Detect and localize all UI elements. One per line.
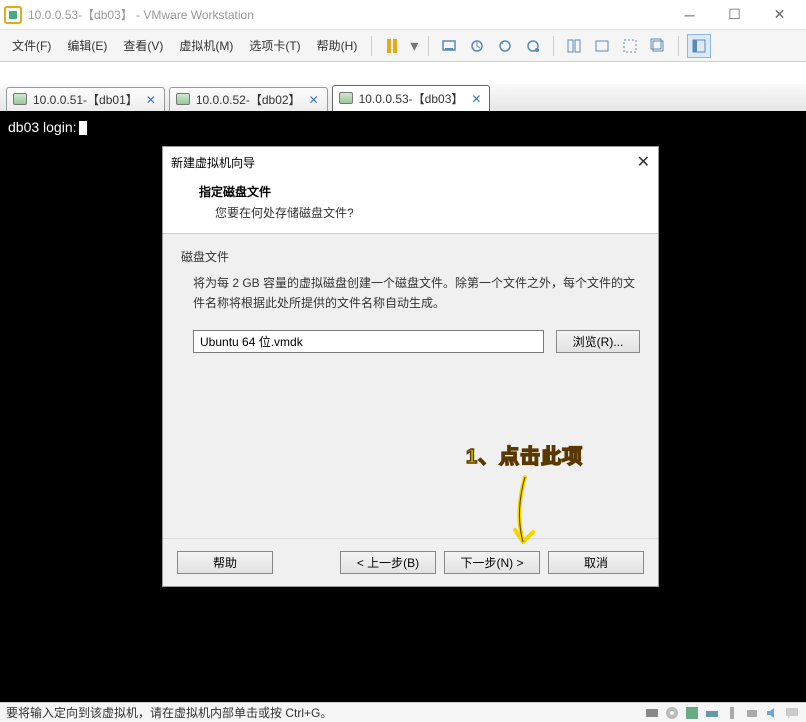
status-icons (644, 705, 800, 721)
tab-db01[interactable]: 10.0.0.51-【db01】 ✕ (6, 87, 165, 111)
tab-label: 10.0.0.53-【db03】 (359, 90, 464, 107)
dialog-body: 磁盘文件 将为每 2 GB 容量的虚拟磁盘创建一个磁盘文件。除第一个文件之外，每… (163, 234, 658, 367)
fullscreen-icon[interactable] (618, 34, 642, 58)
thumbnail-bar-icon[interactable] (687, 34, 711, 58)
usb-icon[interactable] (724, 705, 740, 721)
menu-help[interactable]: 帮助(H) (309, 33, 366, 58)
vm-icon (13, 93, 27, 107)
tab-db03[interactable]: 10.0.0.53-【db03】 ✕ (332, 85, 491, 111)
dialog-title: 新建虚拟机向导 (171, 154, 255, 171)
network-icon[interactable] (704, 705, 720, 721)
disk-filename-input[interactable] (193, 330, 544, 353)
snapshot-icon[interactable] (465, 34, 489, 58)
next-button[interactable]: 下一步(N) > (444, 551, 540, 574)
separator (371, 36, 372, 56)
dialog-titlebar: 新建虚拟机向导 ✕ (163, 147, 658, 177)
help-button[interactable]: 帮助 (177, 551, 273, 574)
cancel-button[interactable]: 取消 (548, 551, 644, 574)
dialog-header: 指定磁盘文件 您要在何处存储磁盘文件? (163, 177, 658, 234)
vm-icon (176, 93, 190, 107)
tab-label: 10.0.0.52-【db02】 (196, 91, 301, 108)
floppy-icon[interactable] (684, 705, 700, 721)
status-text: 要将输入定向到该虚拟机，请在虚拟机内部单击或按 Ctrl+G。 (6, 704, 332, 721)
menu-view[interactable]: 查看(V) (115, 33, 171, 58)
fit-guest-icon[interactable] (562, 34, 586, 58)
window-titlebar: 10.0.0.53-【db03】 - VMware Workstation ─ … (0, 0, 806, 30)
tab-strip: 10.0.0.51-【db01】 ✕ 10.0.0.52-【db02】 ✕ 10… (0, 84, 806, 112)
console-text: db03 login: (8, 119, 77, 135)
new-vm-wizard-dialog: 新建虚拟机向导 ✕ 指定磁盘文件 您要在何处存储磁盘文件? 磁盘文件 将为每 2… (162, 146, 659, 587)
disk-file-label: 磁盘文件 (181, 248, 640, 265)
minimize-button[interactable]: ─ (667, 0, 712, 30)
separator (553, 36, 554, 56)
tab-close-icon[interactable]: ✕ (469, 92, 483, 106)
console-view-icon[interactable] (590, 34, 614, 58)
snapshot-revert-icon[interactable] (493, 34, 517, 58)
back-button[interactable]: < 上一步(B) (340, 551, 436, 574)
window-title: 10.0.0.53-【db03】 - VMware Workstation (28, 6, 667, 23)
tab-close-icon[interactable]: ✕ (144, 93, 158, 107)
printer-icon[interactable] (744, 705, 760, 721)
menu-edit[interactable]: 编辑(E) (59, 33, 115, 58)
pause-button[interactable] (380, 34, 404, 58)
dialog-footer: 帮助 < 上一步(B) 下一步(N) > 取消 (163, 538, 658, 586)
message-icon[interactable] (784, 705, 800, 721)
tab-db02[interactable]: 10.0.0.52-【db02】 ✕ (169, 87, 328, 111)
dropdown-icon[interactable]: ▾ (408, 34, 420, 58)
menu-vm[interactable]: 虚拟机(M) (171, 33, 241, 58)
maximize-button[interactable]: ☐ (712, 0, 757, 30)
app-icon (4, 6, 22, 24)
unity-icon[interactable] (646, 34, 670, 58)
close-button[interactable]: ✕ (757, 0, 802, 30)
cd-icon[interactable] (664, 705, 680, 721)
sound-icon[interactable] (764, 705, 780, 721)
browse-button[interactable]: 浏览(R)... (556, 330, 640, 353)
snapshot-manage-icon[interactable] (521, 34, 545, 58)
disk-icon[interactable] (644, 705, 660, 721)
dialog-heading: 指定磁盘文件 (199, 183, 642, 200)
tab-label: 10.0.0.51-【db01】 (33, 91, 138, 108)
dialog-subheading: 您要在何处存储磁盘文件? (199, 204, 642, 221)
status-bar: 要将输入定向到该虚拟机，请在虚拟机内部单击或按 Ctrl+G。 (0, 702, 806, 722)
separator (428, 36, 429, 56)
window-buttons: ─ ☐ ✕ (667, 0, 802, 30)
tab-close-icon[interactable]: ✕ (307, 93, 321, 107)
cursor (79, 121, 87, 135)
separator (678, 36, 679, 56)
vm-icon (339, 92, 353, 106)
menu-file[interactable]: 文件(F) (4, 33, 59, 58)
menu-tabs[interactable]: 选项卡(T) (241, 33, 308, 58)
menu-bar: 文件(F) 编辑(E) 查看(V) 虚拟机(M) 选项卡(T) 帮助(H) ▾ (0, 30, 806, 62)
send-ctrl-alt-del-icon[interactable] (437, 34, 461, 58)
disk-file-description: 将为每 2 GB 容量的虚拟磁盘创建一个磁盘文件。除第一个文件之外，每个文件的文… (181, 273, 640, 314)
dialog-close-icon[interactable]: ✕ (637, 152, 650, 172)
